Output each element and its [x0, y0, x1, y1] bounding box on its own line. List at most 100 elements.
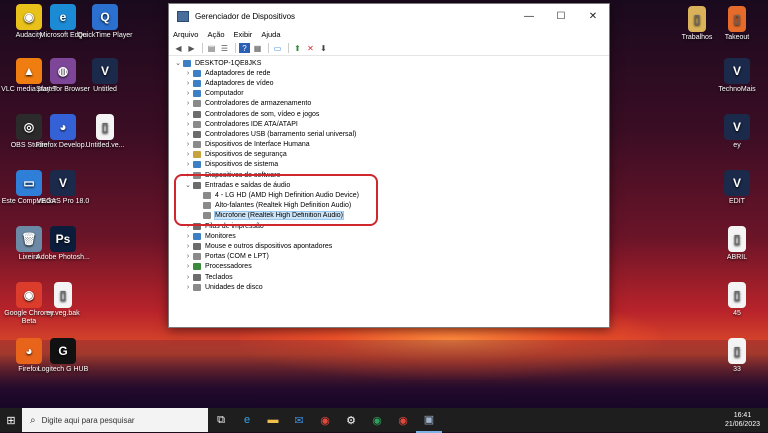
forward-icon[interactable]: ▶ — [186, 43, 197, 53]
tree-item-label: Processadores — [205, 263, 252, 271]
explorer-icon[interactable]: ▬ — [260, 408, 286, 432]
quicktime-player-icon: Q — [92, 4, 118, 30]
device-category-icon — [193, 253, 201, 261]
desktop-icon-technomais[interactable]: V TechnoMais — [708, 58, 766, 94]
tree-item[interactable]: › Monitores — [169, 231, 609, 241]
uninstall-icon[interactable]: ✕ — [305, 43, 316, 53]
desktop-icon-vegas-pro-18-0[interactable]: V VEGAS Pro 18.0 — [34, 170, 92, 206]
desktop-icon-33[interactable]: ▯ 33 — [708, 338, 766, 374]
tree-root-label: DESKTOP-1QE8JKS — [195, 59, 262, 67]
tree-item[interactable]: › Mouse e outros dispositivos apontadores — [169, 241, 609, 251]
45-icon: ▯ — [728, 282, 746, 308]
properties-icon[interactable]: ▤ — [206, 43, 217, 53]
edge-icon[interactable]: e — [234, 408, 260, 432]
chevron-right-icon[interactable]: › — [183, 161, 193, 168]
device-category-icon — [193, 120, 201, 128]
chevron-right-icon[interactable]: › — [183, 141, 193, 148]
menu-acao[interactable]: Ação — [207, 30, 224, 39]
tree-item[interactable]: › Controladores de armazenamento — [169, 99, 609, 109]
back-icon[interactable]: ◀ — [173, 43, 184, 53]
menu-ajuda[interactable]: Ajuda — [261, 30, 280, 39]
chrome-icon[interactable]: ◉ — [312, 408, 338, 432]
device-category-icon — [193, 130, 201, 138]
chrome-icon-2[interactable]: ◉ — [390, 408, 416, 432]
chevron-right-icon[interactable]: › — [183, 233, 193, 240]
task-view-icon[interactable]: ⧉ — [208, 408, 234, 432]
computer-icon — [183, 59, 191, 67]
tree-item-label: Controladores IDE ATA/ATAPI — [205, 120, 298, 128]
chevron-right-icon[interactable]: › — [183, 111, 193, 118]
tree-item[interactable]: › Controladores USB (barramento serial un… — [169, 129, 609, 139]
tree-item[interactable]: › Dispositivos de Interface Humana — [169, 140, 609, 150]
tree-item[interactable]: › Controladores de som, vídeo e jogos — [169, 109, 609, 119]
tree-item[interactable]: › Unidades de disco — [169, 282, 609, 292]
tree-item[interactable]: › Portas (COM e LPT) — [169, 252, 609, 262]
vegas-pro-18-0-icon: V — [50, 170, 76, 196]
chevron-down-icon[interactable]: ⌄ — [173, 59, 183, 67]
tree-item[interactable]: › Processadores — [169, 262, 609, 272]
close-button[interactable]: ✕ — [577, 11, 609, 22]
list-icon[interactable]: ☰ — [219, 43, 230, 53]
desktop-icon-edit[interactable]: V EDIT — [708, 170, 766, 206]
chevron-right-icon[interactable]: › — [183, 80, 193, 87]
ey-veg-bak-icon: ▯ — [54, 282, 72, 308]
chevron-right-icon[interactable]: › — [183, 284, 193, 291]
tree-item[interactable]: › Computador — [169, 89, 609, 99]
desktop-icon-adobe-photosh[interactable]: Ps Adobe Photosh... — [34, 226, 92, 262]
settings-icon[interactable]: ⚙ — [338, 408, 364, 432]
desktop-icon-untitled-ve[interactable]: ▯ Untitled.ve... — [76, 114, 134, 150]
chevron-right-icon[interactable]: › — [183, 274, 193, 281]
chevron-right-icon[interactable]: › — [183, 253, 193, 260]
desktop-icon-untitled[interactable]: V Untitled — [76, 58, 134, 94]
chevron-right-icon[interactable]: › — [183, 70, 193, 77]
monitor-icon[interactable]: ▭ — [272, 43, 283, 53]
chevron-right-icon[interactable]: › — [183, 131, 193, 138]
help-icon[interactable]: ? — [239, 43, 250, 53]
tree-item-label: Computador — [205, 90, 244, 98]
menu-exibir[interactable]: Exibir — [234, 30, 253, 39]
minimize-button[interactable]: — — [513, 11, 545, 22]
tree-item[interactable]: › Dispositivos de segurança — [169, 150, 609, 160]
desktop-icon-abril[interactable]: ▯ ABRIL — [708, 226, 766, 262]
microsoft-edge-icon: e — [50, 4, 76, 30]
device-category-icon — [193, 263, 201, 271]
chevron-right-icon[interactable]: › — [183, 243, 193, 250]
desktop-icon-label: 33 — [733, 366, 741, 373]
taskbar-search-box[interactable]: ⌕ Digite aqui para pesquisar — [22, 408, 208, 432]
desktop-icon-45[interactable]: ▯ 45 — [708, 282, 766, 318]
device-manager-icon[interactable]: ▣ — [416, 407, 442, 433]
download-icon[interactable]: ⬇ — [318, 43, 329, 53]
maximize-button[interactable]: ☐ — [545, 11, 577, 22]
menu-arquivo[interactable]: Arquivo — [173, 30, 198, 39]
tree-item[interactable]: › Teclados — [169, 272, 609, 282]
tree-item[interactable]: › Dispositivos de sistema — [169, 160, 609, 170]
tree-root[interactable]: ⌄ DESKTOP-1QE8JKS — [169, 58, 609, 68]
chrome-beta-icon[interactable]: ◉ — [364, 408, 390, 432]
untitled-icon: V — [92, 58, 118, 84]
taskbar-clock[interactable]: 16:41 21/06/2023 — [725, 411, 760, 429]
windows-start-icon[interactable]: ⊞ — [0, 408, 22, 432]
chevron-right-icon[interactable]: › — [183, 90, 193, 97]
desktop-icon-ey-veg-bak[interactable]: ▯ ey.veg.bak — [34, 282, 92, 318]
desktop-icon-quicktime-player[interactable]: Q QuickTime Player — [76, 4, 134, 40]
chevron-right-icon[interactable]: › — [183, 151, 193, 158]
chevron-right-icon[interactable]: › — [183, 263, 193, 270]
chevron-right-icon[interactable]: › — [183, 100, 193, 107]
device-category-icon — [193, 151, 201, 159]
clock-time: 16:41 — [733, 412, 752, 419]
desktop-icon-label: VEGAS Pro 18.0 — [36, 198, 90, 205]
chevron-right-icon[interactable]: › — [183, 121, 193, 128]
device-manager-window[interactable]: Gerenciador de Dispositivos — ☐ ✕ Arquiv… — [168, 3, 610, 328]
mail-icon[interactable]: ✉ — [286, 408, 312, 432]
tree-item[interactable]: › Controladores IDE ATA/ATAPI — [169, 119, 609, 129]
tree-item[interactable]: › Adaptadores de rede — [169, 68, 609, 78]
desktop-icon-label: Takeout — [724, 34, 750, 41]
enable-device-icon[interactable]: ⬆ — [292, 43, 303, 53]
annotation-circle — [174, 174, 378, 226]
title-bar[interactable]: Gerenciador de Dispositivos — ☐ ✕ — [169, 4, 609, 28]
desktop-icon-logitech-g-hub[interactable]: G Logitech G HUB — [34, 338, 92, 374]
desktop-icon-ey[interactable]: Vey — [708, 114, 766, 150]
tree-item[interactable]: › Adaptadores de vídeo — [169, 78, 609, 88]
desktop-icon-takeout[interactable]: ▯ Takeout — [708, 6, 766, 42]
view-icon[interactable]: ▦ — [252, 43, 263, 53]
